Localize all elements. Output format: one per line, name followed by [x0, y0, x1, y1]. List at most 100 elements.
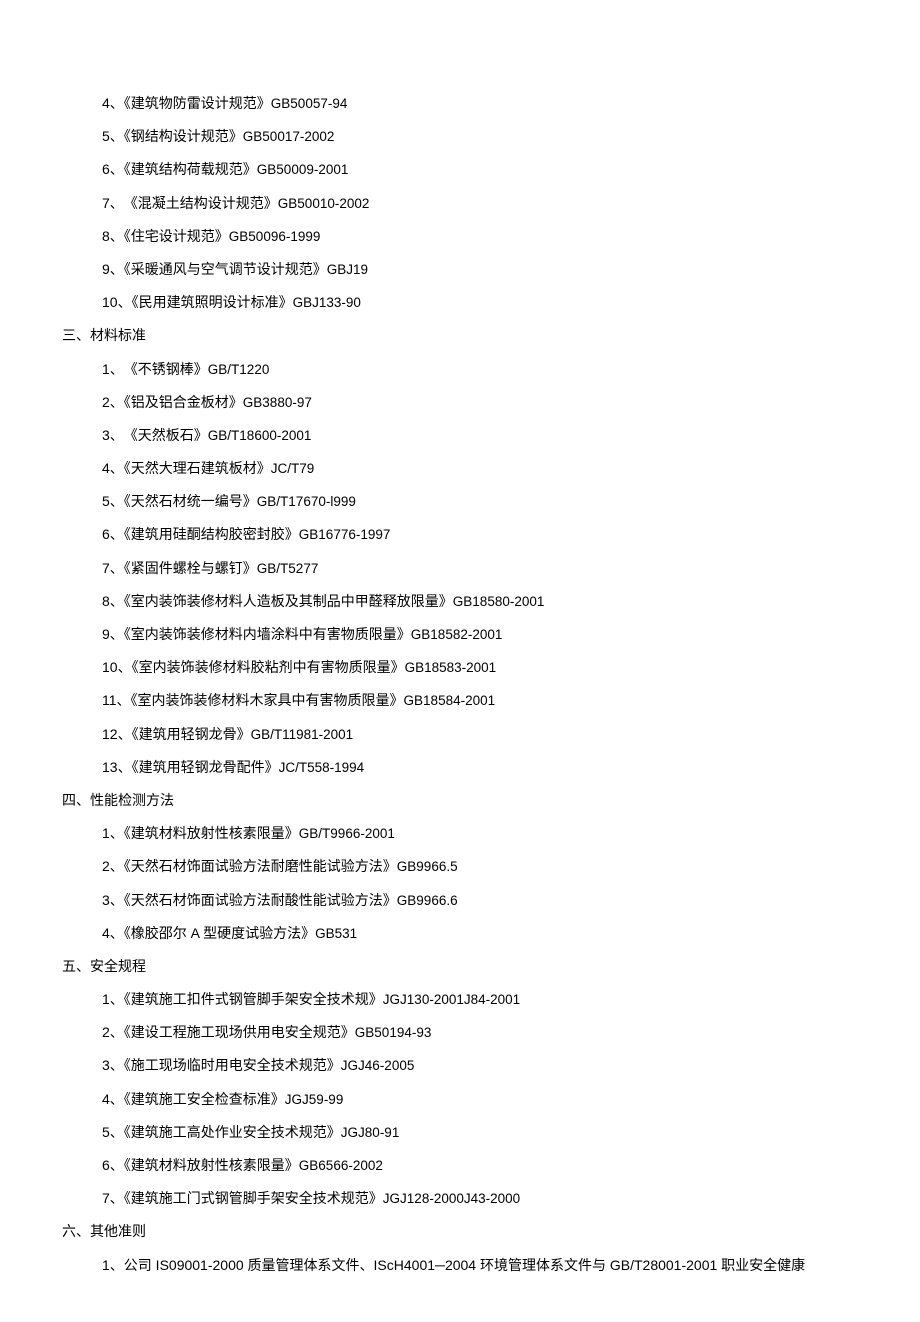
list-item: 3、《天然石材饰面试验方法耐酸性能试验方法》GB9966.6 — [60, 884, 860, 916]
item-title: 《建筑施工扣件式钢管脚手架安全技术规》 — [124, 991, 383, 1007]
item-title: 《天然板石》 — [117, 427, 208, 443]
item-title: 《不锈钢棒》 — [117, 361, 208, 377]
list-item: 10、《室内装饰装修材料胶粘剂中有害物质限量》GB18583-2001 — [60, 651, 860, 683]
list-item: 2、《建设工程施工现场供用电安全规范》GB50194-93 — [60, 1016, 860, 1048]
item-code: JC/T558-1994 — [279, 760, 365, 775]
item-code: GB/T9966-2001 — [299, 826, 395, 841]
item-code: GB9966.6 — [397, 893, 458, 908]
item-title: 《天然大理石建筑板材》 — [124, 460, 271, 476]
item-number: 5、 — [102, 1124, 124, 1140]
list-item: 6、《建筑材料放射性核素限量》GB6566-2002 — [60, 1149, 860, 1181]
item-title: 公司 IS09001-2000 质量管理体系文件、IScH4001─2004 环… — [124, 1257, 805, 1273]
item-code: GB50009-2001 — [257, 162, 349, 177]
list-item: 3、《施工现场临时用电安全技术规范》JGJ46-2005 — [60, 1049, 860, 1081]
item-number: 4、 — [102, 925, 124, 941]
item-number: 2、 — [102, 1024, 124, 1040]
item-code: GB3880-97 — [243, 395, 312, 410]
item-number: 12、 — [102, 726, 132, 742]
section-heading: 五、安全规程 — [60, 950, 860, 982]
item-code: GB/T17670-l999 — [257, 494, 356, 509]
list-item: 2、《天然石材饰面试验方法耐磨性能试验方法》GB9966.5 — [60, 850, 860, 882]
list-item: 8、《室内装饰装修材料人造板及其制品中甲醛释放限量》GB18580-2001 — [60, 585, 860, 617]
item-title: 《天然石材饰面试验方法耐磨性能试验方法》 — [124, 858, 397, 874]
item-title: 《建筑用轻钢龙骨》 — [132, 726, 251, 742]
item-number: 3、 — [102, 1057, 124, 1073]
item-title: 《室内装饰装修材料胶粘剂中有害物质限量》 — [132, 659, 405, 675]
item-code: GB16776-1997 — [299, 527, 391, 542]
item-title: 《室内装饰装修材料内墙涂料中有害物质限量》 — [124, 626, 411, 642]
item-number: 6、 — [102, 1157, 124, 1173]
item-number: 9、 — [102, 261, 124, 277]
item-code: JGJ128-2000J43-2000 — [383, 1191, 520, 1206]
item-code: GB18583-2001 — [405, 660, 497, 675]
item-title: 《建筑材料放射性核素限量》 — [124, 1157, 299, 1173]
item-title: 《紧固件螺栓与螺钉》 — [124, 560, 257, 576]
item-number: 4、 — [102, 1091, 124, 1107]
item-title: 《橡胶邵尔 A 型硬度试验方法》 — [124, 925, 315, 941]
item-number: 9、 — [102, 626, 124, 642]
item-code: JGJ80-91 — [341, 1125, 400, 1140]
item-code: JGJ59-99 — [285, 1092, 344, 1107]
list-item: 7、《建筑施工门式钢管脚手架安全技术规范》JGJ128-2000J43-2000 — [60, 1182, 860, 1214]
item-number: 4、 — [102, 460, 124, 476]
item-code: GB/T11981-2001 — [251, 727, 354, 742]
list-item: 1、公司 IS09001-2000 质量管理体系文件、IScH4001─2004… — [60, 1249, 860, 1281]
list-item: 4、《橡胶邵尔 A 型硬度试验方法》GB531 — [60, 917, 860, 949]
item-title: 《建筑施工安全检查标准》 — [124, 1091, 285, 1107]
list-item: 4、《建筑物防雷设计规范》GB50057-94 — [60, 87, 860, 119]
list-item: 10、《民用建筑照明设计标准》GBJ133-90 — [60, 286, 860, 318]
item-number: 4、 — [102, 95, 124, 111]
item-number: 8、 — [102, 593, 124, 609]
item-code: GB/T1220 — [208, 362, 270, 377]
item-code: GB50057-94 — [271, 96, 348, 111]
item-code: GBJ133-90 — [293, 295, 361, 310]
list-item: 4、《天然大理石建筑板材》JC/T79 — [60, 452, 860, 484]
item-title: 《天然石材统一编号》 — [124, 493, 257, 509]
item-number: 2、 — [102, 858, 124, 874]
list-item: 4、《建筑施工安全检查标准》JGJ59-99 — [60, 1083, 860, 1115]
list-item: 7、《紧固件螺栓与螺钉》GB/T5277 — [60, 552, 860, 584]
list-item: 11、《室内装饰装修材料木家具中有害物质限量》GB18584-2001 — [60, 684, 860, 716]
item-title: 《混凝土结构设计规范》 — [117, 195, 278, 211]
list-item: 6、《建筑用硅酮结构胶密封胶》GB16776-1997 — [60, 518, 860, 550]
item-title: 《铝及铝合金板材》 — [124, 394, 243, 410]
list-item: 3、 《天然板石》GB/T18600-2001 — [60, 419, 860, 451]
list-item: 5、《建筑施工高处作业安全技术规范》JGJ80-91 — [60, 1116, 860, 1148]
item-code: GB18584-2001 — [404, 693, 496, 708]
item-number: 8、 — [102, 228, 124, 244]
item-number: 1、 — [102, 825, 124, 841]
item-number: 3、 — [102, 427, 117, 443]
list-item: 5、《天然石材统一编号》GB/T17670-l999 — [60, 485, 860, 517]
item-title: 《建筑结构荷载规范》 — [124, 161, 257, 177]
item-title: 《建筑施工高处作业安全技术规范》 — [124, 1124, 341, 1140]
item-title: 《采暖通风与空气调节设计规范》 — [124, 261, 327, 277]
item-code: GB9966.5 — [397, 859, 458, 874]
item-title: 《建设工程施工现场供用电安全规范》 — [124, 1024, 355, 1040]
item-code: GB50017-2002 — [243, 129, 335, 144]
item-code: GB6566-2002 — [299, 1158, 383, 1173]
item-title: 《建筑物防雷设计规范》 — [124, 95, 271, 111]
item-number: 2、 — [102, 394, 124, 410]
list-item: 1、《建筑材料放射性核素限量》GB/T9966-2001 — [60, 817, 860, 849]
item-number: 7、 — [102, 560, 124, 576]
item-title: 《建筑材料放射性核素限量》 — [124, 825, 299, 841]
item-number: 10、 — [102, 659, 132, 675]
list-item: 9、《采暖通风与空气调节设计规范》GBJ19 — [60, 253, 860, 285]
item-code: GBJ19 — [327, 262, 368, 277]
item-number: 7、 — [102, 1190, 124, 1206]
item-code: GB/T18600-2001 — [208, 428, 312, 443]
item-code: JGJ130-2001J84-2001 — [383, 992, 520, 1007]
item-code: GB50096-1999 — [229, 229, 321, 244]
item-title: 《建筑用轻钢龙骨配件》 — [132, 759, 279, 775]
list-item: 6、《建筑结构荷载规范》GB50009-2001 — [60, 153, 860, 185]
item-number: 3、 — [102, 892, 124, 908]
item-title: 《民用建筑照明设计标准》 — [132, 294, 293, 310]
item-number: 1、 — [102, 1257, 124, 1273]
item-title: 《建筑用硅酮结构胶密封胶》 — [124, 526, 299, 542]
section-heading: 六、其他准则 — [60, 1215, 860, 1247]
document-page: 4、《建筑物防雷设计规范》GB50057-945、《钢结构设计规范》GB5001… — [0, 0, 920, 1322]
item-code: GB18582-2001 — [411, 627, 503, 642]
item-title: 《室内装饰装修材料人造板及其制品中甲醛释放限量》 — [124, 593, 453, 609]
item-title: 《天然石材饰面试验方法耐酸性能试验方法》 — [124, 892, 397, 908]
item-number: 6、 — [102, 161, 124, 177]
